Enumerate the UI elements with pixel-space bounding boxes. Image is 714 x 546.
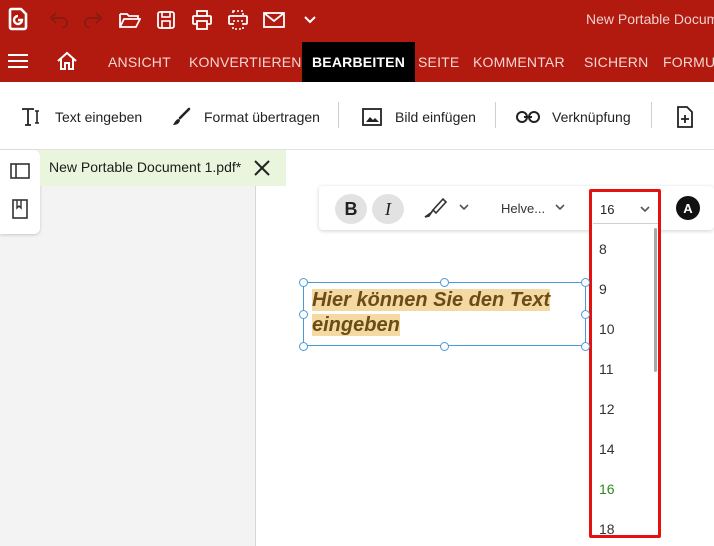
- close-icon[interactable]: [252, 158, 272, 178]
- text-input-label: Text eingeben: [55, 109, 143, 125]
- highlight-annotation: [589, 189, 661, 538]
- save-icon[interactable]: [154, 8, 178, 32]
- chevron-down-icon[interactable]: [298, 8, 322, 32]
- text-box-content: Hier können Sie den Text eingeben: [312, 288, 551, 338]
- resize-handle[interactable]: [440, 278, 449, 287]
- italic-button[interactable]: I: [372, 194, 404, 224]
- document-tab-label: New Portable Document 1.pdf*: [49, 159, 242, 175]
- title-bar: New Portable Docum: [0, 0, 714, 40]
- resize-handle[interactable]: [299, 278, 308, 287]
- hamburger-menu-icon[interactable]: [8, 54, 28, 68]
- link-button[interactable]: Verknüpfung: [516, 106, 631, 128]
- toolbar-divider: [495, 102, 496, 128]
- sidebar: [0, 150, 40, 234]
- document-tab[interactable]: New Portable Document 1.pdf*: [40, 150, 286, 186]
- menu-formular[interactable]: FORMU: [663, 54, 714, 70]
- resize-handle[interactable]: [581, 342, 590, 351]
- window-title: New Portable Docum: [586, 11, 714, 27]
- ribbon-menu-bar: ANSICHT KONVERTIEREN BEARBEITEN SEITE KO…: [0, 40, 714, 82]
- redo-icon[interactable]: [82, 8, 106, 32]
- undo-icon[interactable]: [46, 8, 70, 32]
- panel-toggle-icon[interactable]: [9, 160, 31, 182]
- app-logo-icon: [8, 7, 28, 31]
- resize-handle[interactable]: [299, 342, 308, 351]
- brush-icon: [170, 106, 192, 128]
- highlighter-icon[interactable]: [423, 197, 447, 219]
- text-line-1: Hier können Sie den Text: [312, 289, 551, 311]
- add-page-button[interactable]: [674, 106, 708, 128]
- print-icon[interactable]: [190, 8, 214, 32]
- edit-toolbar: Text eingeben Format übertragen Bild ein…: [0, 82, 714, 150]
- chevron-down-icon[interactable]: [458, 203, 470, 213]
- menu-konvertieren[interactable]: KONVERTIEREN: [189, 54, 302, 70]
- text-input-button[interactable]: Text eingeben: [21, 106, 142, 128]
- insert-image-label: Bild einfügen: [395, 109, 476, 125]
- link-icon: [516, 106, 540, 128]
- menu-seite[interactable]: SEITE: [418, 54, 459, 70]
- resize-handle[interactable]: [299, 310, 308, 319]
- image-icon: [361, 106, 383, 128]
- toolbar-divider: [651, 102, 652, 128]
- format-painter-label: Format übertragen: [204, 109, 320, 125]
- mail-icon[interactable]: [262, 8, 286, 32]
- format-painter-button[interactable]: Format übertragen: [170, 106, 320, 128]
- menu-sichern[interactable]: SICHERN: [584, 54, 648, 70]
- bookmark-icon[interactable]: [9, 198, 31, 220]
- menu-bearbeiten[interactable]: BEARBEITEN: [302, 42, 416, 82]
- bold-button[interactable]: B: [335, 194, 367, 224]
- resize-handle[interactable]: [581, 278, 590, 287]
- text-cursor-icon: [21, 106, 43, 128]
- open-folder-icon[interactable]: [118, 8, 142, 32]
- chevron-down-icon[interactable]: [554, 203, 566, 213]
- menu-ansicht[interactable]: ANSICHT: [108, 54, 171, 70]
- text-color-button[interactable]: A: [676, 196, 700, 220]
- resize-handle[interactable]: [440, 342, 449, 351]
- add-page-icon: [674, 106, 696, 128]
- home-icon[interactable]: [56, 50, 78, 72]
- font-family-select[interactable]: Helve...: [501, 201, 545, 216]
- link-label: Verknüpfung: [552, 109, 631, 125]
- resize-handle[interactable]: [581, 310, 590, 319]
- app-window: New Portable Docum ANSICHT KONVERTIEREN …: [0, 0, 714, 546]
- menu-kommentar[interactable]: KOMMENTAR: [473, 54, 565, 70]
- scan-icon[interactable]: [226, 8, 250, 32]
- text-box[interactable]: Hier können Sie den Text eingeben: [303, 282, 586, 346]
- text-line-2: eingeben: [312, 314, 400, 336]
- insert-image-button[interactable]: Bild einfügen: [361, 106, 476, 128]
- toolbar-divider: [338, 102, 339, 128]
